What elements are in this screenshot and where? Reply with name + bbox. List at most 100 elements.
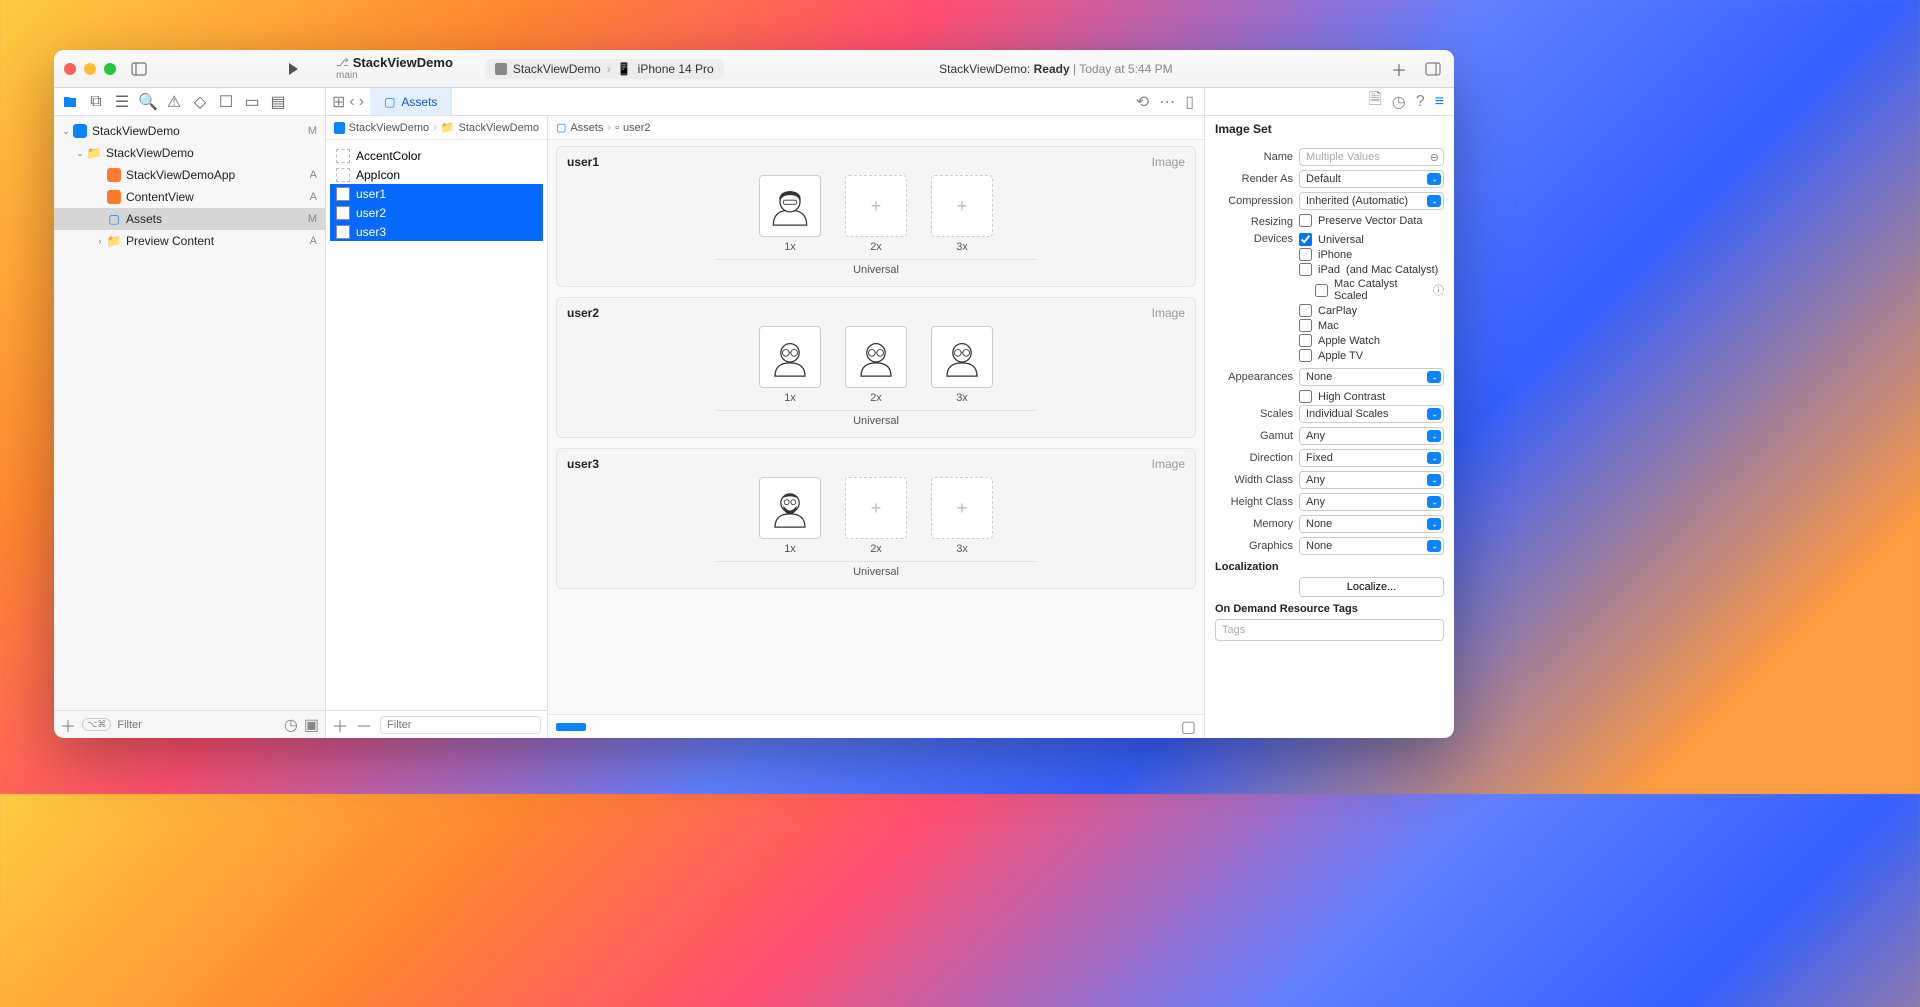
assets-icon: ▢ xyxy=(556,121,566,134)
info-icon[interactable]: ⓘ xyxy=(1433,282,1444,298)
device-checkbox[interactable] xyxy=(1315,284,1328,297)
close-window-button[interactable] xyxy=(64,63,76,75)
width-class-select[interactable]: Any⌄ xyxy=(1299,471,1444,489)
device-checkbox[interactable] xyxy=(1299,248,1312,261)
memory-select[interactable]: None⌄ xyxy=(1299,515,1444,533)
editor-nav: ⊞ ‹ › xyxy=(326,92,370,112)
image-well[interactable]: + xyxy=(845,175,907,237)
canvas-scroll[interactable]: user1Image1x+2x+3xUniversaluser2Image1x2… xyxy=(548,140,1204,714)
refresh-icon[interactable]: ⟲ xyxy=(1136,92,1149,112)
back-button[interactable]: ‹ xyxy=(349,93,354,111)
asset-item-appicon[interactable]: AppIcon xyxy=(330,165,543,184)
source-control-navigator-icon[interactable]: ⧉ xyxy=(88,94,104,110)
recent-filter-icon[interactable]: ◷ xyxy=(284,715,298,735)
main-body: ⌄ StackViewDemo M ⌄ 📁 StackViewDemo Stac… xyxy=(54,116,1454,738)
scm-filter-pill[interactable]: ⌥⌘ xyxy=(82,718,111,731)
universal-label: Universal xyxy=(716,410,1036,427)
editor-tab-bar: ⊞ ‹ › ▢ Assets ⟲ ⋯ ▯ xyxy=(326,88,1204,115)
breakpoint-navigator-icon[interactable]: ▭ xyxy=(244,94,260,110)
device-checkbox[interactable] xyxy=(1299,334,1312,347)
image-well[interactable]: + xyxy=(931,477,993,539)
asset-filter-input[interactable] xyxy=(380,716,541,734)
image-well[interactable] xyxy=(931,326,993,388)
tab-assets[interactable]: ▢ Assets xyxy=(370,88,452,115)
disclosure-icon[interactable]: ⌄ xyxy=(74,148,86,159)
breadcrumb[interactable]: ▢ Assets› ▫ user2 xyxy=(548,116,1204,140)
history-inspector-icon[interactable]: ◷ xyxy=(1392,92,1406,112)
image-well[interactable] xyxy=(759,477,821,539)
run-button[interactable] xyxy=(282,58,304,80)
issue-navigator-icon[interactable]: ⚠ xyxy=(166,94,182,110)
name-field[interactable]: Multiple Values⊖ xyxy=(1299,148,1444,166)
file-inspector-icon[interactable]: 🗎 xyxy=(1369,88,1382,115)
tree-item-folder[interactable]: ⌄ 📁 StackViewDemo xyxy=(54,142,325,164)
preserve-vector-checkbox[interactable] xyxy=(1299,214,1312,227)
test-navigator-icon[interactable]: ◇ xyxy=(192,94,208,110)
image-well[interactable] xyxy=(759,326,821,388)
localize-button[interactable]: Localize... xyxy=(1299,577,1444,597)
asset-item-accentcolor[interactable]: AccentColor xyxy=(330,146,543,165)
image-well[interactable] xyxy=(759,175,821,237)
library-button[interactable]: ＋ xyxy=(1388,58,1410,80)
scm-filter-icon[interactable]: ▣ xyxy=(304,715,319,735)
compression-select[interactable]: Inherited (Automatic)⌄ xyxy=(1299,192,1444,210)
graphics-select[interactable]: None⌄ xyxy=(1299,537,1444,555)
disclosure-icon[interactable]: › xyxy=(94,236,106,246)
device-checkbox[interactable] xyxy=(1299,233,1312,246)
tree-item-project[interactable]: ⌄ StackViewDemo M xyxy=(54,120,325,142)
tree-item-assets[interactable]: ▢ Assets M xyxy=(54,208,325,230)
inspector-selector-bar: 🗎 ◷ ? ≡ xyxy=(1204,88,1454,115)
tree-item-folder[interactable]: › 📁 Preview Content A xyxy=(54,230,325,252)
add-icon[interactable]: ＋ xyxy=(60,713,76,737)
toggle-inspector-button[interactable] xyxy=(1422,58,1444,80)
activity-status: StackViewDemo: Ready | Today at 5:44 PM xyxy=(736,62,1376,76)
image-well[interactable]: + xyxy=(931,175,993,237)
symbol-navigator-icon[interactable]: ☰ xyxy=(114,94,130,110)
device-checkbox[interactable] xyxy=(1299,319,1312,332)
related-items-icon[interactable]: ⊞ xyxy=(332,92,345,112)
image-well[interactable] xyxy=(845,326,907,388)
debug-navigator-icon[interactable]: ☐ xyxy=(218,94,234,110)
project-navigator-icon[interactable] xyxy=(62,94,78,110)
toggle-navigator-button[interactable] xyxy=(128,58,150,80)
tree-item-swift[interactable]: StackViewDemoApp A xyxy=(54,164,325,186)
direction-select[interactable]: Fixed⌄ xyxy=(1299,449,1444,467)
clear-icon[interactable]: ⊖ xyxy=(1430,151,1439,164)
folder-icon: 📁 xyxy=(106,233,122,249)
branch-indicator[interactable]: ⎇ StackViewDemo main xyxy=(336,56,453,81)
high-contrast-checkbox[interactable] xyxy=(1299,390,1312,403)
tags-field[interactable]: Tags xyxy=(1215,619,1444,641)
height-class-select[interactable]: Any⌄ xyxy=(1299,493,1444,511)
breadcrumb[interactable]: StackViewDemo› 📁 StackViewDemo xyxy=(326,116,547,140)
disclosure-icon[interactable]: ⌄ xyxy=(60,126,72,137)
attributes-inspector: Image Set Name Multiple Values⊖ Render A… xyxy=(1204,116,1454,738)
adjust-editor-icon[interactable]: ⋯ xyxy=(1159,92,1175,112)
attributes-inspector-icon[interactable]: ≡ xyxy=(1435,93,1444,111)
device-checkbox[interactable] xyxy=(1299,349,1312,362)
image-well[interactable]: + xyxy=(845,477,907,539)
device-checkbox[interactable] xyxy=(1299,304,1312,317)
zoom-slider[interactable] xyxy=(556,723,586,731)
asset-item-user3[interactable]: user3 xyxy=(330,222,543,241)
appearances-select[interactable]: None⌄ xyxy=(1299,368,1444,386)
view-mode-icon[interactable]: ▢ xyxy=(1181,717,1196,737)
report-navigator-icon[interactable]: ▤ xyxy=(270,94,286,110)
zoom-window-button[interactable] xyxy=(104,63,116,75)
asset-item-user1[interactable]: user1 xyxy=(330,184,543,203)
asset-list: AccentColor AppIcon user1 user2 user3 xyxy=(326,140,547,710)
minimize-window-button[interactable] xyxy=(84,63,96,75)
navigator-filter-input[interactable] xyxy=(117,719,278,731)
forward-button[interactable]: › xyxy=(359,93,364,111)
asset-item-user2[interactable]: user2 xyxy=(330,203,543,222)
add-asset-button[interactable]: ＋ xyxy=(332,713,348,737)
find-navigator-icon[interactable]: 🔍 xyxy=(140,94,156,110)
scales-select[interactable]: Individual Scales⌄ xyxy=(1299,405,1444,423)
tree-item-swift[interactable]: ContentView A xyxy=(54,186,325,208)
render-as-select[interactable]: Default⌄ xyxy=(1299,170,1444,188)
remove-asset-button[interactable]: － xyxy=(356,713,372,737)
add-editor-icon[interactable]: ▯ xyxy=(1185,92,1194,112)
gamut-select[interactable]: Any⌄ xyxy=(1299,427,1444,445)
help-inspector-icon[interactable]: ? xyxy=(1416,93,1425,111)
device-checkbox[interactable] xyxy=(1299,263,1312,276)
scheme-selector[interactable]: StackViewDemo › 📱 iPhone 14 Pro xyxy=(485,59,724,79)
